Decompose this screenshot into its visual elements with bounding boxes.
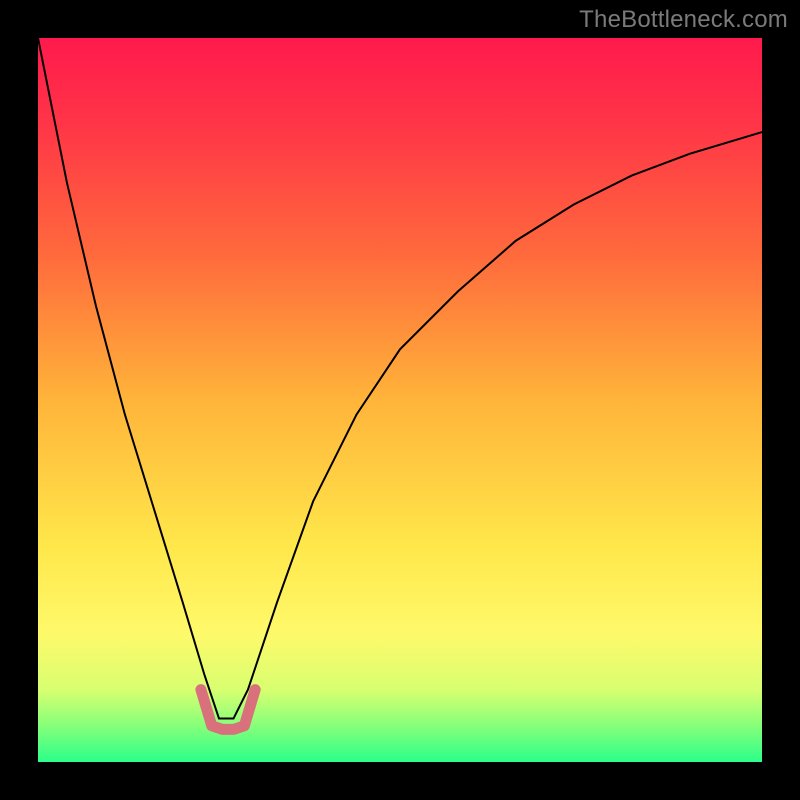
gradient-background bbox=[38, 38, 762, 762]
bottleneck-curve-svg bbox=[38, 38, 762, 762]
chart-frame: TheBottleneck.com bbox=[0, 0, 800, 800]
watermark-text: TheBottleneck.com bbox=[579, 6, 788, 34]
plot-area bbox=[38, 38, 762, 762]
